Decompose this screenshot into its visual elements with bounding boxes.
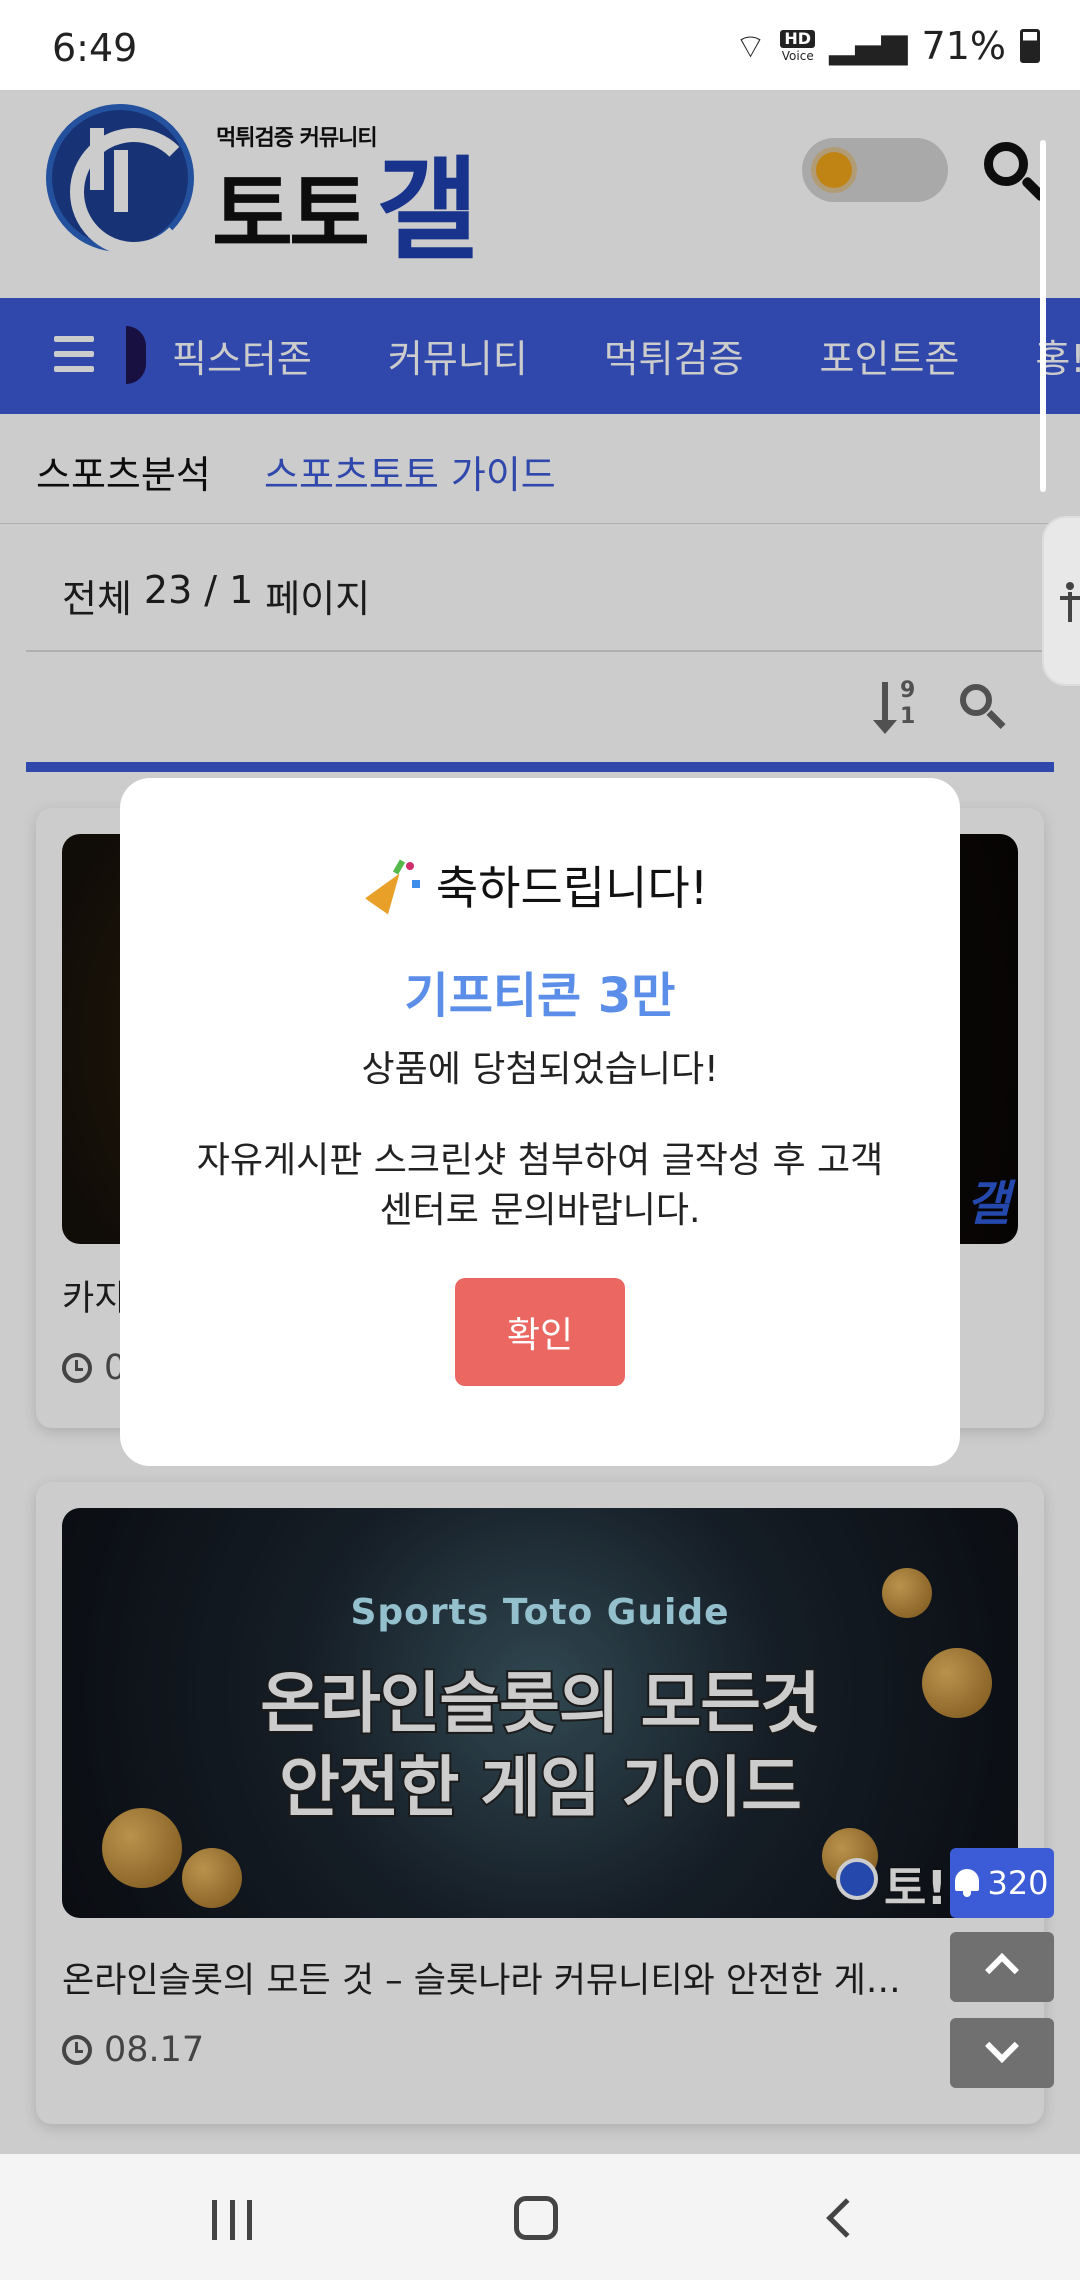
confirm-button[interactable]: 확인 (455, 1278, 625, 1386)
home-icon[interactable] (514, 2196, 558, 2240)
voice-label: Voice (781, 49, 814, 63)
scroll-top-button[interactable] (950, 1932, 1054, 2002)
page-scrollbar[interactable] (1040, 140, 1046, 492)
battery-icon (1020, 29, 1040, 63)
system-nav-bar (0, 2154, 1080, 2280)
back-icon[interactable] (826, 2198, 866, 2238)
notification-button[interactable]: 320 (950, 1848, 1054, 1918)
accessibility-icon (1060, 582, 1080, 624)
party-popper-icon (364, 859, 422, 915)
bell-icon (955, 1869, 980, 1897)
status-icons: ⌔ HD Voice ▂▄▆ 71% (734, 24, 1040, 68)
modal-prize: 기프티콘 3만 (404, 968, 676, 1024)
modal-title-text: 축하드립니다! (435, 861, 709, 915)
modal-instruction: 자유게시판 스크린샷 첨부하여 글작성 후 고객센터로 문의바랍니다. (196, 1140, 884, 1231)
battery-percent: 71% (921, 24, 1006, 68)
status-time: 6:49 (52, 26, 138, 70)
signal-icon: ▂▄▆ (829, 26, 908, 66)
chevron-down-icon (985, 2029, 1019, 2063)
modal-won-message: 상품에 당첨되었습니다! (361, 1049, 719, 1090)
prize-modal: 축하드립니다! 기프티콘 3만 상품에 당첨되었습니다! 자유게시판 스크린샷 … (120, 778, 960, 1466)
wifi-icon: ⌔ (734, 26, 767, 67)
hd-label: HD (780, 30, 816, 48)
hd-voice-icon: HD Voice (780, 30, 816, 63)
recent-apps-icon[interactable] (212, 2200, 252, 2240)
accessibility-button[interactable] (1042, 516, 1080, 686)
modal-title: 축하드립니다! (120, 852, 960, 918)
scroll-bottom-button[interactable] (950, 2018, 1054, 2088)
chevron-up-icon (985, 1953, 1019, 1987)
status-bar: 6:49 ⌔ HD Voice ▂▄▆ 71% (0, 0, 1080, 90)
notification-count: 320 (987, 1864, 1049, 1902)
